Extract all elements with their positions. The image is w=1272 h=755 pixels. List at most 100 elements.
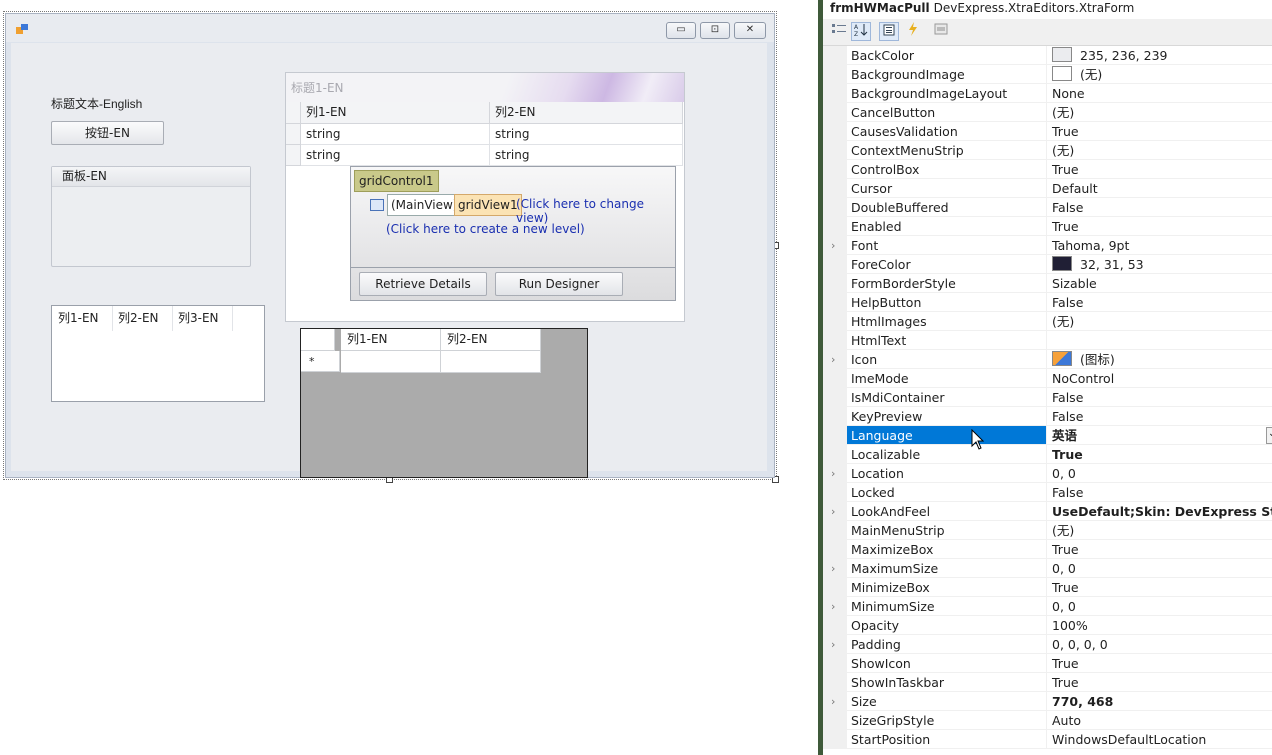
property-row-enabled[interactable]: Enabled True bbox=[823, 217, 1272, 236]
grid-column-header[interactable]: 列1-EN bbox=[301, 102, 490, 124]
property-name[interactable]: ShowIcon bbox=[847, 654, 1047, 673]
property-value[interactable]: (无) bbox=[1046, 521, 1272, 540]
property-value[interactable]: False bbox=[1046, 483, 1272, 502]
title-label[interactable]: 标题文本-English bbox=[51, 95, 142, 112]
list-column-header[interactable]: 列1-EN bbox=[52, 306, 113, 331]
property-name[interactable]: StartPosition bbox=[847, 730, 1047, 749]
property-name[interactable]: HtmlText bbox=[847, 331, 1047, 350]
property-row-contextmenustrip[interactable]: ContextMenuStrip (无) bbox=[823, 141, 1272, 160]
property-name[interactable]: MinimumSize bbox=[847, 597, 1047, 616]
property-name[interactable]: ImeMode bbox=[847, 369, 1047, 388]
property-row-backcolor[interactable]: BackColor 235, 236, 239 bbox=[823, 46, 1272, 65]
alphabetical-icon[interactable]: AZ bbox=[851, 22, 871, 41]
property-name[interactable]: DoubleBuffered bbox=[847, 198, 1047, 217]
property-value[interactable]: True bbox=[1046, 578, 1272, 597]
property-value[interactable]: 英语 ⌄ bbox=[1046, 426, 1272, 445]
property-value[interactable]: 770, 468 bbox=[1046, 692, 1272, 711]
property-row-mainmenustrip[interactable]: MainMenuStrip (无) bbox=[823, 521, 1272, 540]
property-name[interactable]: BackColor bbox=[847, 46, 1047, 65]
property-name[interactable]: Location bbox=[847, 464, 1047, 483]
property-row-doublebuffered[interactable]: DoubleBuffered False bbox=[823, 198, 1272, 217]
property-value[interactable]: None bbox=[1046, 84, 1272, 103]
property-name[interactable]: CausesValidation bbox=[847, 122, 1047, 141]
grid-control-badge[interactable]: gridControl1 bbox=[354, 170, 439, 192]
property-value[interactable]: 235, 236, 239 bbox=[1046, 46, 1272, 65]
grid-cell[interactable] bbox=[441, 351, 541, 373]
change-view-link[interactable]: (Click here to change view) bbox=[516, 197, 675, 225]
list-column-header[interactable]: 列3-EN bbox=[172, 306, 233, 331]
property-value[interactable]: True bbox=[1046, 122, 1272, 141]
property-value[interactable]: Default bbox=[1046, 179, 1272, 198]
property-name[interactable]: ControlBox bbox=[847, 160, 1047, 179]
property-row-htmlimages[interactable]: HtmlImages (无) bbox=[823, 312, 1272, 331]
retrieve-details-button[interactable]: Retrieve Details bbox=[359, 272, 487, 296]
property-name[interactable]: MaximizeBox bbox=[847, 540, 1047, 559]
en-button[interactable]: 按钮-EN bbox=[51, 121, 164, 145]
property-row-controlbox[interactable]: ControlBox True bbox=[823, 160, 1272, 179]
property-row-sizegripstyle[interactable]: SizeGripStyle Auto bbox=[823, 711, 1272, 730]
property-name[interactable]: HelpButton bbox=[847, 293, 1047, 312]
properties-icon[interactable] bbox=[879, 22, 899, 41]
expand-chevron-icon[interactable]: › bbox=[831, 236, 835, 255]
property-row-maximizebox[interactable]: MaximizeBox True bbox=[823, 540, 1272, 559]
maximize-button[interactable]: ⊡ bbox=[700, 22, 730, 39]
grid-column-header[interactable]: 列2-EN bbox=[441, 329, 541, 351]
property-row-cancelbutton[interactable]: CancelButton (无) bbox=[823, 103, 1272, 122]
expand-chevron-icon[interactable]: › bbox=[831, 464, 835, 483]
run-designer-button[interactable]: Run Designer bbox=[495, 272, 623, 296]
dropdown-arrow-icon[interactable]: ⌄ bbox=[1266, 427, 1272, 444]
property-value[interactable]: UseDefault;Skin: DevExpress Style bbox=[1046, 502, 1272, 521]
property-row-location[interactable]: › Location 0, 0 bbox=[823, 464, 1272, 483]
property-row-showicon[interactable]: ShowIcon True bbox=[823, 654, 1272, 673]
panel-control[interactable]: 面板-EN bbox=[51, 166, 251, 267]
property-name[interactable]: CancelButton bbox=[847, 103, 1047, 122]
property-name[interactable]: ShowInTaskbar bbox=[847, 673, 1047, 692]
property-row-ismdicontainer[interactable]: IsMdiContainer False bbox=[823, 388, 1272, 407]
property-name[interactable]: ForeColor bbox=[847, 255, 1047, 274]
property-value[interactable]: 0, 0 bbox=[1046, 464, 1272, 483]
data-grid-view[interactable]: 列1-EN 列2-EN * bbox=[300, 328, 588, 478]
close-button[interactable]: ✕ bbox=[734, 22, 766, 39]
grid-view-node[interactable]: gridView1 bbox=[454, 194, 522, 216]
property-row-showintaskbar[interactable]: ShowInTaskbar True bbox=[823, 673, 1272, 692]
property-row-minimizebox[interactable]: MinimizeBox True bbox=[823, 578, 1272, 597]
grid-cell[interactable] bbox=[341, 351, 441, 373]
property-name[interactable]: Cursor bbox=[847, 179, 1047, 198]
designer-form[interactable]: ▭ ⊡ ✕ 标题文本-English 按钮-EN 面板-EN 列1-EN 列2-… bbox=[5, 13, 775, 478]
property-row-cursor[interactable]: Cursor Default bbox=[823, 179, 1272, 198]
expand-chevron-icon[interactable]: › bbox=[831, 350, 835, 369]
expand-chevron-icon[interactable]: › bbox=[831, 635, 835, 654]
property-value[interactable]: 32, 31, 53 bbox=[1046, 255, 1272, 274]
property-value[interactable]: 0, 0 bbox=[1046, 559, 1272, 578]
expand-chevron-icon[interactable]: › bbox=[831, 502, 835, 521]
property-name[interactable]: BackgroundImageLayout bbox=[847, 84, 1047, 103]
property-name[interactable]: Opacity bbox=[847, 616, 1047, 635]
grid-column-header[interactable]: 列1-EN bbox=[341, 329, 441, 351]
property-value[interactable]: Sizable bbox=[1046, 274, 1272, 293]
property-value[interactable]: (无) bbox=[1046, 141, 1272, 160]
property-row-htmltext[interactable]: HtmlText bbox=[823, 331, 1272, 350]
property-value[interactable]: Tahoma, 9pt bbox=[1046, 236, 1272, 255]
property-row-opacity[interactable]: Opacity 100% bbox=[823, 616, 1272, 635]
property-name[interactable]: LookAndFeel bbox=[847, 502, 1047, 521]
grid-cell[interactable]: string bbox=[301, 145, 490, 166]
property-name[interactable]: Size bbox=[847, 692, 1047, 711]
object-selector[interactable]: frmHWMacPull DevExpress.XtraEditors.XtraF… bbox=[823, 0, 1272, 19]
property-row-forecolor[interactable]: ForeColor 32, 31, 53 bbox=[823, 255, 1272, 274]
grid-row-indicator[interactable] bbox=[286, 145, 301, 166]
property-row-size[interactable]: › Size 770, 468 bbox=[823, 692, 1272, 711]
property-row-lookandfeel[interactable]: › LookAndFeel UseDefault;Skin: DevExpress … bbox=[823, 502, 1272, 521]
property-value[interactable]: WindowsDefaultLocation bbox=[1046, 730, 1272, 749]
minimize-button[interactable]: ▭ bbox=[666, 22, 696, 39]
property-name[interactable]: KeyPreview bbox=[847, 407, 1047, 426]
property-value[interactable]: True bbox=[1046, 673, 1272, 692]
property-value[interactable]: (图标) bbox=[1046, 350, 1272, 369]
property-value[interactable] bbox=[1046, 331, 1272, 350]
property-row-language[interactable]: Language 英语 ⌄ bbox=[823, 426, 1272, 445]
grid-row-indicator[interactable] bbox=[286, 124, 301, 145]
property-value[interactable]: (无) bbox=[1046, 103, 1272, 122]
property-row-formborderstyle[interactable]: FormBorderStyle Sizable bbox=[823, 274, 1272, 293]
property-row-padding[interactable]: › Padding 0, 0, 0, 0 bbox=[823, 635, 1272, 654]
property-row-backgroundimagelayout[interactable]: BackgroundImageLayout None bbox=[823, 84, 1272, 103]
property-row-icon[interactable]: › Icon (图标) bbox=[823, 350, 1272, 369]
